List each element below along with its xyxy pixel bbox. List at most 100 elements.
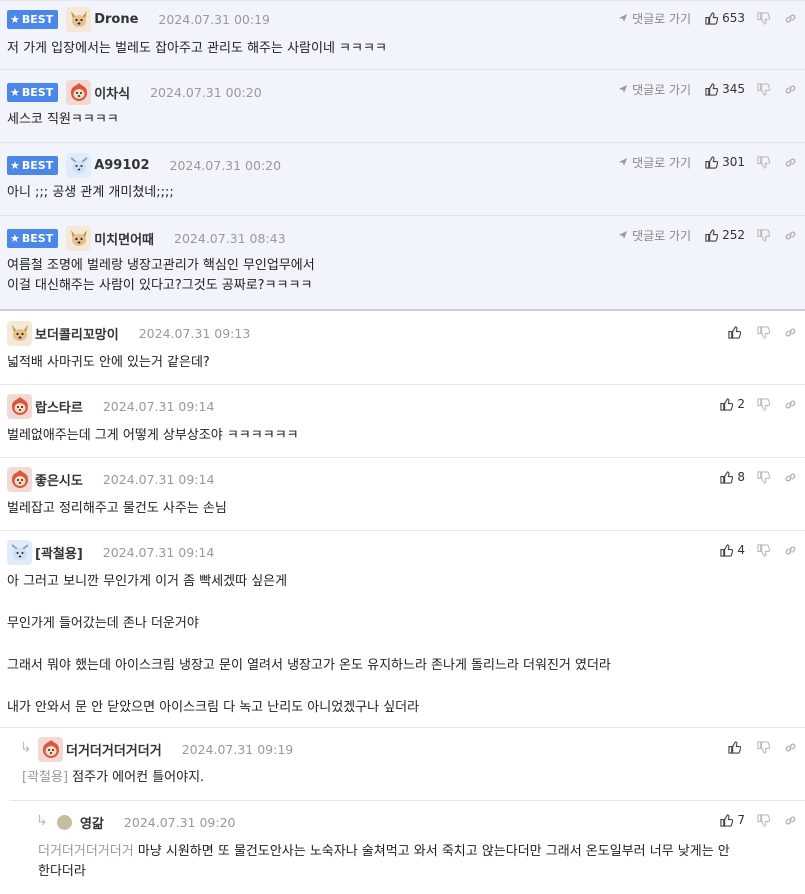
comment-author[interactable]: 더거더거더거더거 bbox=[66, 740, 162, 759]
best-comment: ★ BEST 미치면어때 2024.07.31 08:43 댓글로 가기 252 … bbox=[0, 216, 805, 311]
link-button[interactable] bbox=[784, 12, 797, 25]
best-comment: ★ BEST A99102 2024.07.31 00:20 댓글로 가기 301… bbox=[0, 143, 805, 216]
comment-author[interactable]: A99102 bbox=[94, 158, 149, 173]
send-icon bbox=[619, 158, 628, 166]
send-icon bbox=[619, 231, 628, 239]
firedog-icon[interactable] bbox=[7, 393, 32, 419]
dog-icon[interactable] bbox=[66, 6, 92, 32]
comment-author[interactable]: 이차식 bbox=[94, 83, 130, 102]
link-button[interactable] bbox=[784, 83, 797, 96]
comment-author[interactable]: 미치면어때 bbox=[94, 229, 154, 248]
comment-author[interactable]: Drone bbox=[94, 12, 138, 27]
dislike-button[interactable] bbox=[757, 740, 770, 754]
like-button[interactable]: 301 bbox=[705, 155, 745, 169]
comment-date: 2024.07.31 00:19 bbox=[158, 11, 270, 27]
comment-body: 여름철 조명에 벌레랑 냉장고관리가 핵심인 무인업무에서 이걸 대신해주는 사… bbox=[7, 258, 315, 293]
comment-author[interactable]: 보더콜리꼬망이 bbox=[35, 324, 119, 343]
comment-body: 더거더거더거더거 마냥 시원하면 또 물건도안사는 노숙자나 술쳐먹고 와서 죽… bbox=[38, 844, 730, 879]
reply-link[interactable]: 댓글로 가기 bbox=[618, 154, 691, 171]
reply-link[interactable]: 댓글로 가기 bbox=[618, 81, 691, 98]
comment: 보더콜리꼬망이 2024.07.31 09:13 넓적배 사마귀도 안에 있는거… bbox=[0, 313, 805, 385]
dislike-button[interactable] bbox=[757, 155, 770, 169]
comment-body: 벌레없애주는데 그게 어떻게 상부상조야 ㅋㅋㅋㅋㅋㅋ bbox=[7, 428, 299, 443]
like-button[interactable] bbox=[728, 325, 745, 339]
link-button[interactable] bbox=[784, 471, 797, 484]
link-icon bbox=[785, 231, 796, 239]
comment-body: 세스코 직원ㅋㅋㅋㅋ bbox=[7, 112, 119, 127]
like-button[interactable]: 7 bbox=[720, 813, 745, 827]
link-icon bbox=[785, 743, 796, 751]
avatar-dot-icon[interactable] bbox=[57, 814, 72, 830]
link-button[interactable] bbox=[784, 814, 797, 827]
firedog-icon[interactable] bbox=[38, 736, 63, 762]
thumbs-up-icon bbox=[728, 325, 741, 339]
link-button[interactable] bbox=[784, 398, 797, 411]
comment-author[interactable]: 랍스타르 bbox=[35, 397, 83, 416]
reply-link[interactable]: 댓글로 가기 bbox=[618, 227, 691, 244]
link-icon bbox=[785, 14, 796, 22]
like-button[interactable]: 252 bbox=[705, 228, 745, 242]
thumbs-down-icon bbox=[757, 470, 770, 484]
thumbs-up-icon bbox=[728, 740, 741, 754]
link-button[interactable] bbox=[784, 741, 797, 754]
thumbs-down-icon bbox=[757, 11, 770, 25]
dislike-button[interactable] bbox=[757, 813, 770, 827]
dog-icon[interactable] bbox=[66, 225, 92, 251]
dog-icon[interactable] bbox=[7, 320, 32, 346]
dislike-button[interactable] bbox=[757, 82, 770, 96]
dislike-button[interactable] bbox=[757, 228, 770, 242]
comment-date: 2024.07.31 09:20 bbox=[123, 814, 236, 830]
comment-author[interactable]: 좋은시도 bbox=[35, 470, 83, 489]
like-button[interactable]: 345 bbox=[705, 82, 745, 96]
thumbs-up-icon bbox=[720, 397, 734, 411]
like-count: 653 bbox=[722, 11, 745, 25]
dislike-button[interactable] bbox=[757, 325, 770, 339]
link-button[interactable] bbox=[784, 229, 797, 242]
comment-body: 넓적배 사마귀도 안에 있는거 같은데? bbox=[7, 355, 210, 370]
like-button[interactable]: 4 bbox=[720, 543, 745, 557]
comment: 랍스타르 2024.07.31 09:14 2 벌레없애주는데 그게 어떻게 상… bbox=[0, 385, 805, 458]
star-icon: ★ bbox=[10, 158, 20, 172]
comment-author[interactable]: 영갊 bbox=[80, 813, 104, 832]
thumbs-down-icon bbox=[757, 813, 770, 827]
link-button[interactable] bbox=[784, 326, 797, 339]
firedog-icon[interactable] bbox=[66, 79, 92, 105]
link-icon bbox=[785, 158, 796, 166]
dislike-button[interactable] bbox=[757, 397, 770, 411]
like-button[interactable]: 8 bbox=[720, 470, 745, 484]
comment-date: 2024.07.31 08:43 bbox=[174, 230, 286, 246]
like-button[interactable] bbox=[728, 740, 745, 754]
like-count: 2 bbox=[737, 397, 745, 411]
thumbs-down-icon bbox=[757, 397, 770, 411]
dislike-button[interactable] bbox=[757, 11, 770, 25]
icedog-icon[interactable] bbox=[66, 152, 92, 178]
best-comment: ★ BEST 이차식 2024.07.31 00:20 댓글로 가기 345 세스… bbox=[0, 70, 805, 143]
comment-body: 아 그러고 보니깐 무인가게 이거 좀 빡세겠따 싶은게 무인가게 들어갔는데 … bbox=[7, 574, 611, 715]
dislike-button[interactable] bbox=[757, 543, 770, 557]
like-button[interactable]: 2 bbox=[720, 397, 745, 411]
thumbs-up-icon bbox=[720, 543, 734, 557]
comment-author[interactable]: [곽철용] bbox=[35, 543, 83, 562]
thumbs-down-icon bbox=[757, 325, 770, 339]
star-icon: ★ bbox=[10, 85, 20, 99]
send-icon bbox=[619, 14, 628, 22]
dislike-button[interactable] bbox=[757, 470, 770, 484]
mention[interactable]: [곽철용] bbox=[22, 770, 68, 785]
comment-list: ★ BEST Drone 2024.07.31 00:19 댓글로 가기 653 … bbox=[0, 0, 805, 894]
star-icon: ★ bbox=[10, 12, 20, 26]
reply-arrow-icon: ↳ bbox=[20, 740, 32, 756]
thumbs-down-icon bbox=[757, 740, 770, 754]
thumbs-up-icon bbox=[705, 82, 719, 96]
like-button[interactable]: 653 bbox=[705, 11, 745, 25]
link-icon bbox=[785, 816, 796, 824]
icedog-icon[interactable] bbox=[7, 539, 32, 565]
firedog-icon[interactable] bbox=[7, 466, 32, 492]
mention[interactable]: 더거더거더거더거 bbox=[38, 844, 134, 859]
link-icon bbox=[785, 400, 796, 408]
link-button[interactable] bbox=[784, 544, 797, 557]
reply-link[interactable]: 댓글로 가기 bbox=[618, 10, 691, 27]
best-comment: ★ BEST Drone 2024.07.31 00:19 댓글로 가기 653 … bbox=[0, 1, 805, 70]
thumbs-down-icon bbox=[757, 155, 770, 169]
reply-arrow-icon: ↳ bbox=[36, 813, 48, 829]
link-button[interactable] bbox=[784, 156, 797, 169]
